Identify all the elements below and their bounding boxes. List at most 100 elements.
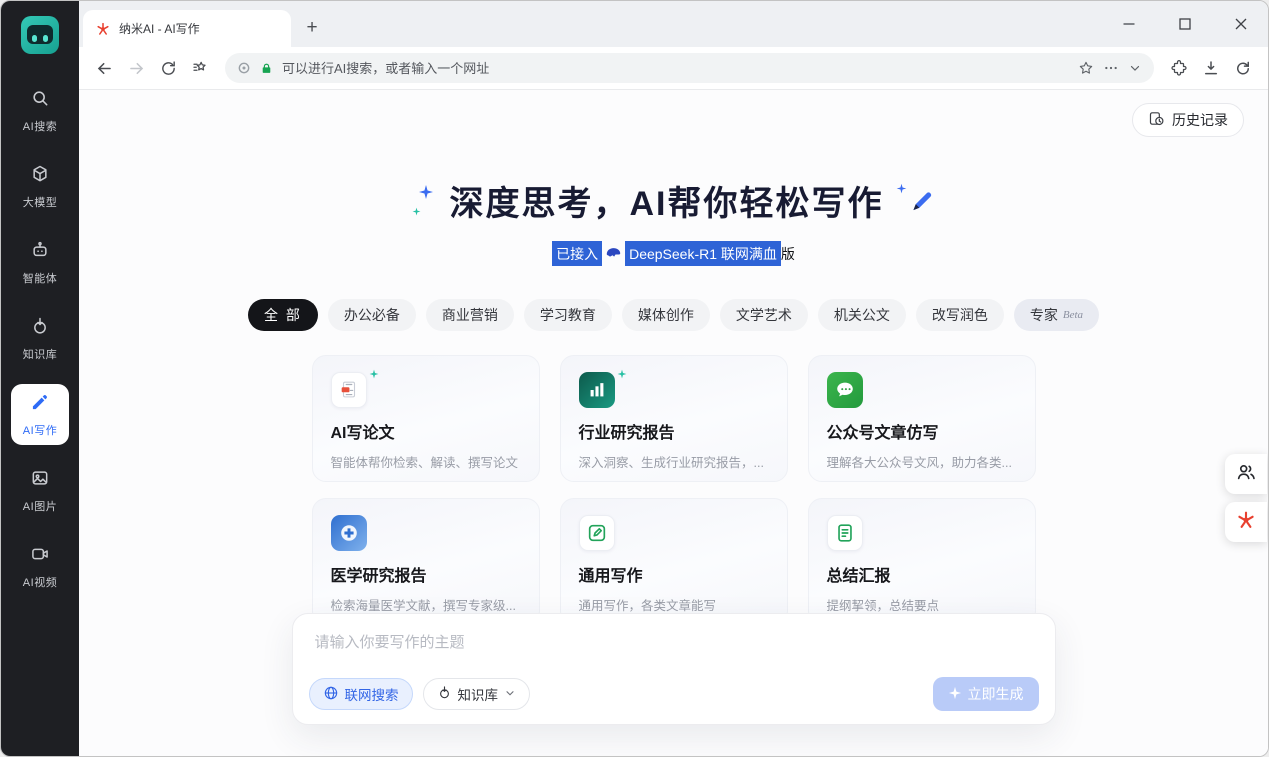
beta-badge: Beta — [1063, 309, 1083, 321]
topic-input[interactable] — [315, 634, 1033, 651]
sidebar-item-big-model[interactable]: 大模型 — [11, 156, 69, 217]
sidebar-nav: AI搜索 大模型 智能体 知识库 — [11, 80, 69, 597]
card-summary-report[interactable]: 总结汇报 提纲挈领，总结要点 — [808, 498, 1036, 625]
sidebar-item-label: 大模型 — [23, 194, 58, 210]
chevron-down-icon — [504, 687, 516, 702]
robot-icon — [30, 240, 50, 265]
category-marketing[interactable]: 商业营销 — [426, 299, 514, 331]
history-clock-icon — [1148, 110, 1165, 130]
card-title: 医学研究报告 — [331, 562, 521, 586]
green-pencil-icon — [579, 515, 615, 551]
nano-ai-assistant-button[interactable] — [1225, 502, 1267, 542]
tab-strip: 纳米AI - AI写作 + — [79, 1, 1268, 47]
globe-icon — [323, 685, 339, 704]
category-office[interactable]: 办公必备 — [328, 299, 416, 331]
subtitle-highlight: DeepSeek-R1 联网满血 — [625, 241, 781, 266]
card-desc: 理解各大公众号文风，助力各类... — [827, 452, 1017, 471]
sidebar-item-label: AI视频 — [23, 574, 57, 590]
template-card-grid: AI写论文 智能体帮你检索、解读、撰写论文 行业研究报告 深入洞察、生成行业研究… — [312, 355, 1036, 625]
card-desc: 深入洞察、生成行业研究报告，... — [579, 452, 769, 471]
subtitle-suffix: 版 — [781, 244, 795, 264]
tab-nano-ai-writing[interactable]: 纳米AI - AI写作 — [83, 10, 291, 47]
back-icon[interactable] — [89, 53, 119, 83]
more-options-icon[interactable] — [1103, 60, 1119, 76]
category-literature[interactable]: 文学艺术 — [720, 299, 808, 331]
sidebar-item-ai-video[interactable]: AI视频 — [11, 536, 69, 597]
video-camera-icon — [30, 544, 50, 569]
close-icon[interactable] — [1228, 11, 1254, 37]
sidebar-item-ai-search[interactable]: AI搜索 — [11, 80, 69, 141]
sparkle-icon — [369, 369, 379, 379]
download-icon[interactable] — [1196, 53, 1226, 83]
favorite-star-icon[interactable] — [1078, 60, 1094, 76]
browser-window: AI搜索 大模型 智能体 知识库 — [0, 0, 1269, 757]
sparkle-pencil-icon — [896, 183, 936, 219]
sidebar-item-label: 知识库 — [23, 346, 58, 362]
card-desc: 智能体帮你检索、解读、撰写论文 — [331, 452, 521, 471]
sidebar-item-knowledge-base[interactable]: 知识库 — [11, 308, 69, 369]
knowledge-label: 知识库 — [458, 684, 499, 704]
category-all[interactable]: 全 部 — [248, 299, 318, 331]
generate-button[interactable]: 立即生成 — [933, 677, 1039, 711]
browser-toolbar — [79, 47, 1268, 90]
category-expert-label: 专家 — [1030, 305, 1058, 325]
chevron-down-icon[interactable] — [1128, 61, 1142, 75]
card-desc: 检索海量医学文献，撰写专家级... — [331, 595, 521, 614]
card-wechat-article[interactable]: 公众号文章仿写 理解各大公众号文风，助力各类... — [808, 355, 1036, 482]
model-subtitle: 已接入 DeepSeek-R1 联网满血 版 — [79, 241, 1268, 266]
card-medical-report[interactable]: 医学研究报告 检索海量医学文献，撰写专家级... — [312, 498, 540, 625]
category-expert[interactable]: 专家 Beta — [1014, 299, 1099, 331]
card-desc: 通用写作，各类文章能写 — [579, 595, 769, 614]
category-media[interactable]: 媒体创作 — [622, 299, 710, 331]
category-official-docs[interactable]: 机关公文 — [818, 299, 906, 331]
forward-icon[interactable] — [121, 53, 151, 83]
card-desc: 提纲挈领，总结要点 — [827, 595, 1017, 614]
card-general-writing[interactable]: 通用写作 通用写作，各类文章能写 — [560, 498, 788, 625]
category-education[interactable]: 学习教育 — [524, 299, 612, 331]
card-title: AI写论文 — [331, 419, 521, 443]
knowledge-import-icon — [30, 316, 50, 341]
sparkle-icon — [617, 369, 627, 379]
maximize-icon[interactable] — [1172, 11, 1198, 37]
medical-cross-icon — [331, 515, 367, 551]
search-icon — [30, 88, 50, 113]
pencil-icon — [30, 392, 50, 417]
sidebar-item-label: AI搜索 — [23, 118, 57, 134]
card-industry-report[interactable]: 行业研究报告 深入洞察、生成行业研究报告，... — [560, 355, 788, 482]
card-title: 通用写作 — [579, 562, 769, 586]
restore-session-icon[interactable] — [1228, 53, 1258, 83]
new-tab-button[interactable]: + — [297, 13, 327, 43]
users-compare-button[interactable] — [1225, 454, 1267, 494]
web-search-label: 联网搜索 — [345, 684, 399, 704]
secure-lock-icon[interactable] — [260, 62, 273, 75]
cube-icon — [30, 164, 50, 189]
logo-eye — [43, 35, 48, 42]
address-bar[interactable] — [225, 53, 1154, 83]
bookmarks-star-icon[interactable] — [185, 53, 215, 83]
card-ai-thesis[interactable]: AI写论文 智能体帮你检索、解读、撰写论文 — [312, 355, 540, 482]
web-search-toggle[interactable]: 联网搜索 — [309, 678, 413, 710]
extensions-puzzle-icon[interactable] — [1164, 53, 1194, 83]
sparkle-left-icon — [412, 184, 438, 218]
card-title: 总结汇报 — [827, 562, 1017, 586]
sidebar-item-ai-image[interactable]: AI图片 — [11, 460, 69, 521]
bar-chart-icon — [579, 372, 615, 408]
subtitle-highlight: 已接入 — [552, 241, 602, 266]
site-info-icon[interactable] — [237, 61, 251, 75]
generate-button-label: 立即生成 — [968, 684, 1024, 704]
reload-icon[interactable] — [153, 53, 183, 83]
history-button[interactable]: 历史记录 — [1132, 103, 1244, 137]
knowledge-base-selector[interactable]: 知识库 — [423, 678, 531, 710]
deepseek-whale-icon — [605, 246, 622, 261]
chat-bubble-icon — [827, 372, 863, 408]
sidebar-item-ai-writing[interactable]: AI写作 — [11, 384, 69, 445]
sidebar-item-agents[interactable]: 智能体 — [11, 232, 69, 293]
minimize-icon[interactable] — [1116, 11, 1142, 37]
knowledge-icon — [437, 685, 452, 703]
nano-ai-favicon-icon — [95, 21, 111, 37]
app-logo[interactable] — [21, 16, 59, 54]
category-rewrite[interactable]: 改写润色 — [916, 299, 1004, 331]
address-input[interactable] — [282, 61, 1069, 76]
report-doc-icon — [827, 515, 863, 551]
sidebar-item-label: AI图片 — [23, 498, 57, 514]
